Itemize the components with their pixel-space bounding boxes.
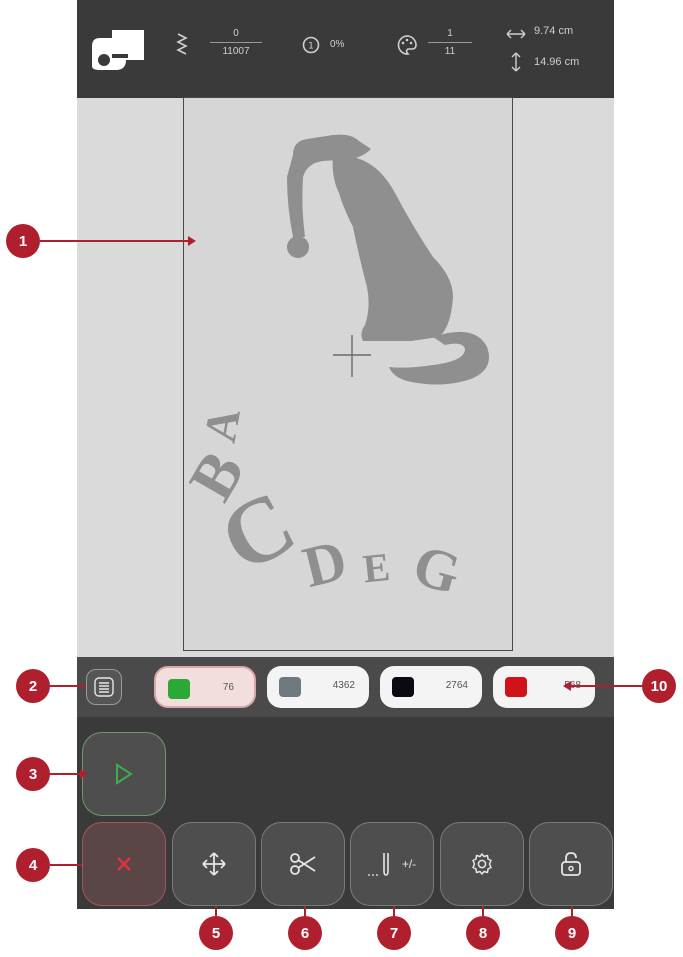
callout-4: 4 [16, 848, 50, 882]
callout-line-2 [50, 685, 86, 687]
color-block-4[interactable]: 568 [493, 666, 595, 708]
callout-1: 1 [6, 224, 40, 258]
color-block-2[interactable]: 4362 [267, 666, 369, 708]
design-height: 14.96 cm [534, 56, 580, 68]
lock-screen-button[interactable] [529, 822, 613, 906]
color-total: 11 [444, 46, 456, 57]
width-arrow-icon [506, 26, 526, 44]
callout-line-1 [40, 240, 190, 242]
start-button[interactable] [82, 732, 166, 816]
color-stitch-count: 2764 [445, 680, 468, 691]
color-block-1[interactable]: 76 [154, 666, 256, 708]
gear-icon [472, 853, 492, 875]
stitch-step-button[interactable]: +/- [350, 822, 434, 906]
needle-icon [367, 853, 389, 876]
stitch-icon [175, 32, 189, 61]
design-width: 9.74 cm [534, 25, 574, 37]
progress-percent: 0% [330, 39, 345, 50]
color-stitch-count: 76 [222, 682, 234, 693]
cut-button[interactable] [261, 822, 345, 906]
callout-line-4 [50, 864, 82, 866]
color-swatch [505, 677, 527, 697]
play-icon [116, 763, 133, 785]
callout-2: 2 [16, 669, 50, 703]
callout-3: 3 [16, 757, 50, 791]
color-swatch [279, 677, 301, 697]
color-current: 1 [447, 28, 453, 39]
callout-8: 8 [466, 916, 500, 950]
callout-arrowhead-3 [80, 769, 88, 779]
cancel-button[interactable] [82, 822, 166, 906]
design-letter: D [297, 527, 353, 600]
list-icon [94, 677, 114, 697]
color-list-button[interactable] [86, 669, 122, 705]
close-icon [117, 857, 131, 871]
callout-9: 9 [555, 916, 589, 950]
color-palette-icon [396, 34, 418, 61]
stitch-current: 0 [233, 28, 239, 39]
progress-icon: 1 [302, 36, 320, 59]
stitch-step-content: +/- [367, 849, 417, 879]
status-bar [77, 0, 614, 98]
color-block-3[interactable]: 2764 [380, 666, 482, 708]
stitch-total: 11007 [222, 46, 250, 57]
design-letter: E [361, 544, 392, 592]
height-arrow-icon [511, 52, 521, 77]
stitch-counter: 0 11007 [210, 28, 262, 57]
embroidery-design[interactable]: A B C D E G [175, 97, 513, 651]
move-arrows-icon [202, 852, 226, 876]
callout-line-10 [570, 685, 642, 687]
embroidery-unit-icon [86, 26, 150, 74]
color-stitch-count: 4362 [332, 680, 355, 691]
color-swatch [392, 677, 414, 697]
callout-10: 10 [642, 669, 676, 703]
design-letter: G [406, 532, 467, 607]
design-letter: A [194, 404, 250, 446]
svg-text:1: 1 [308, 42, 314, 52]
callout-7: 7 [377, 916, 411, 950]
scissors-icon [290, 853, 316, 875]
settings-button[interactable] [440, 822, 524, 906]
unlock-icon [561, 852, 581, 876]
callout-6: 6 [288, 916, 322, 950]
move-button[interactable] [172, 822, 256, 906]
stitch-step-label: +/- [401, 857, 417, 871]
callout-line-3 [50, 773, 84, 775]
callout-arrowhead-1 [188, 236, 196, 246]
color-counter: 1 11 [428, 28, 472, 57]
color-swatch [168, 679, 190, 699]
callout-5: 5 [199, 916, 233, 950]
